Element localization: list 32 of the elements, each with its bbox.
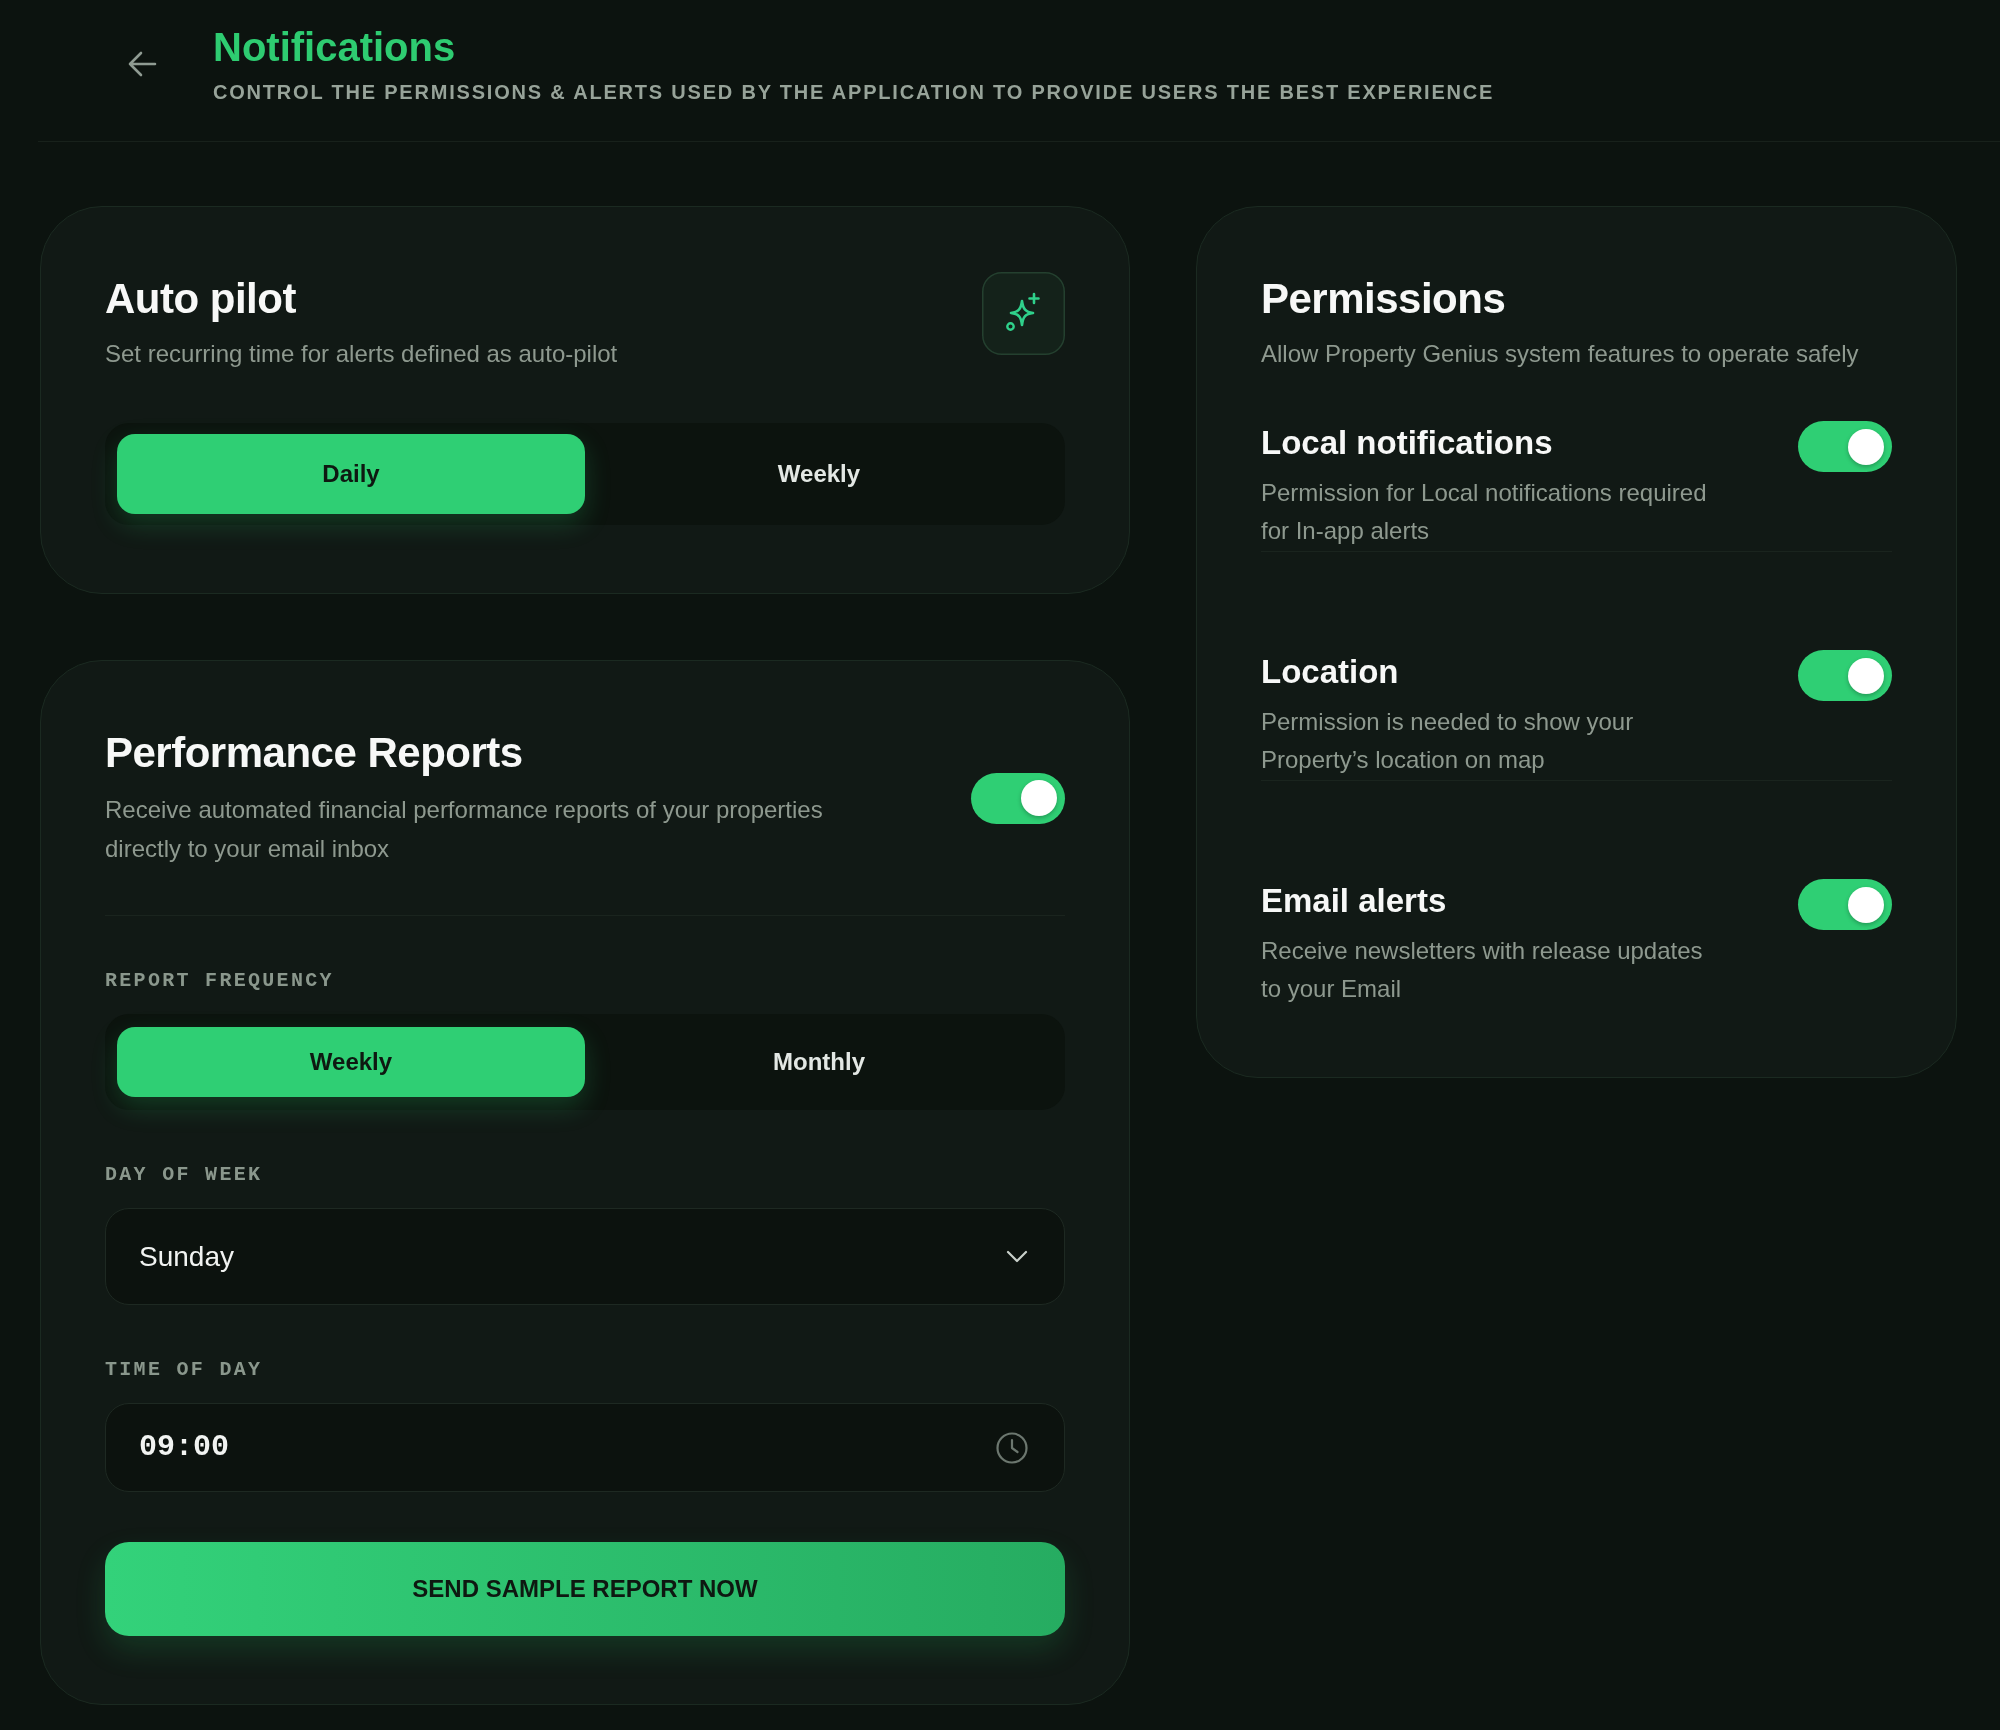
section-title: Performance Reports — [105, 728, 524, 778]
field-label: DAY OF WEEK — [105, 1163, 264, 1187]
section-title: Auto pilot — [105, 274, 297, 324]
segment-tab[interactable]: Daily — [117, 434, 585, 514]
page-subtitle: CONTROL THE PERMISSIONS & ALERTS USED BY THE APPLICATION TO PROVIDE USERS THE BEST EXPERIENCE — [213, 80, 1495, 104]
day-select[interactable]: Sunday — [105, 1208, 1065, 1305]
toggle-switch[interactable] — [1798, 650, 1892, 701]
segment-tab[interactable]: Weekly — [117, 1027, 585, 1097]
section-description: Allow Property Genius system features to operate safely — [1261, 339, 1860, 369]
time-field[interactable]: 09:00 — [105, 1403, 1065, 1492]
permission-title: Location — [1261, 652, 1400, 692]
sparkle-icon — [982, 272, 1065, 355]
permission-description: Permission is needed to show your Property’s location on map — [1261, 707, 1635, 775]
chevron-down-icon — [1006, 1250, 1028, 1263]
clock-icon — [996, 1431, 1028, 1464]
section-description: Set recurring time for alerts defined as auto-pilot — [105, 339, 618, 369]
send-report-button[interactable]: SEND SAMPLE REPORT NOW — [105, 1542, 1065, 1636]
section-description: Receive automated financial performance reports of your properties directly to your email inbox — [105, 795, 824, 864]
back-arrow-icon[interactable] — [127, 50, 157, 78]
field-label: TIME OF DAY — [105, 1358, 264, 1382]
toggle-switch[interactable] — [1798, 421, 1892, 472]
permission-title: Email alerts — [1261, 881, 1448, 921]
segment-tab[interactable]: Monthly — [585, 1027, 1053, 1097]
toggle-switch[interactable] — [1798, 879, 1892, 930]
segment-tab[interactable]: Weekly — [585, 434, 1053, 514]
permission-title: Local notifications — [1261, 423, 1554, 463]
section-title: Permissions — [1261, 274, 1507, 324]
toggle-switch[interactable] — [971, 772, 1065, 824]
field-label: REPORT FREQUENCY — [105, 969, 335, 993]
permission-description: Permission for Local notifications required for In-app alerts — [1261, 478, 1708, 546]
page-title: Notifications — [213, 24, 457, 71]
permission-description: Receive newsletters with release updates to your Email — [1261, 936, 1704, 1004]
